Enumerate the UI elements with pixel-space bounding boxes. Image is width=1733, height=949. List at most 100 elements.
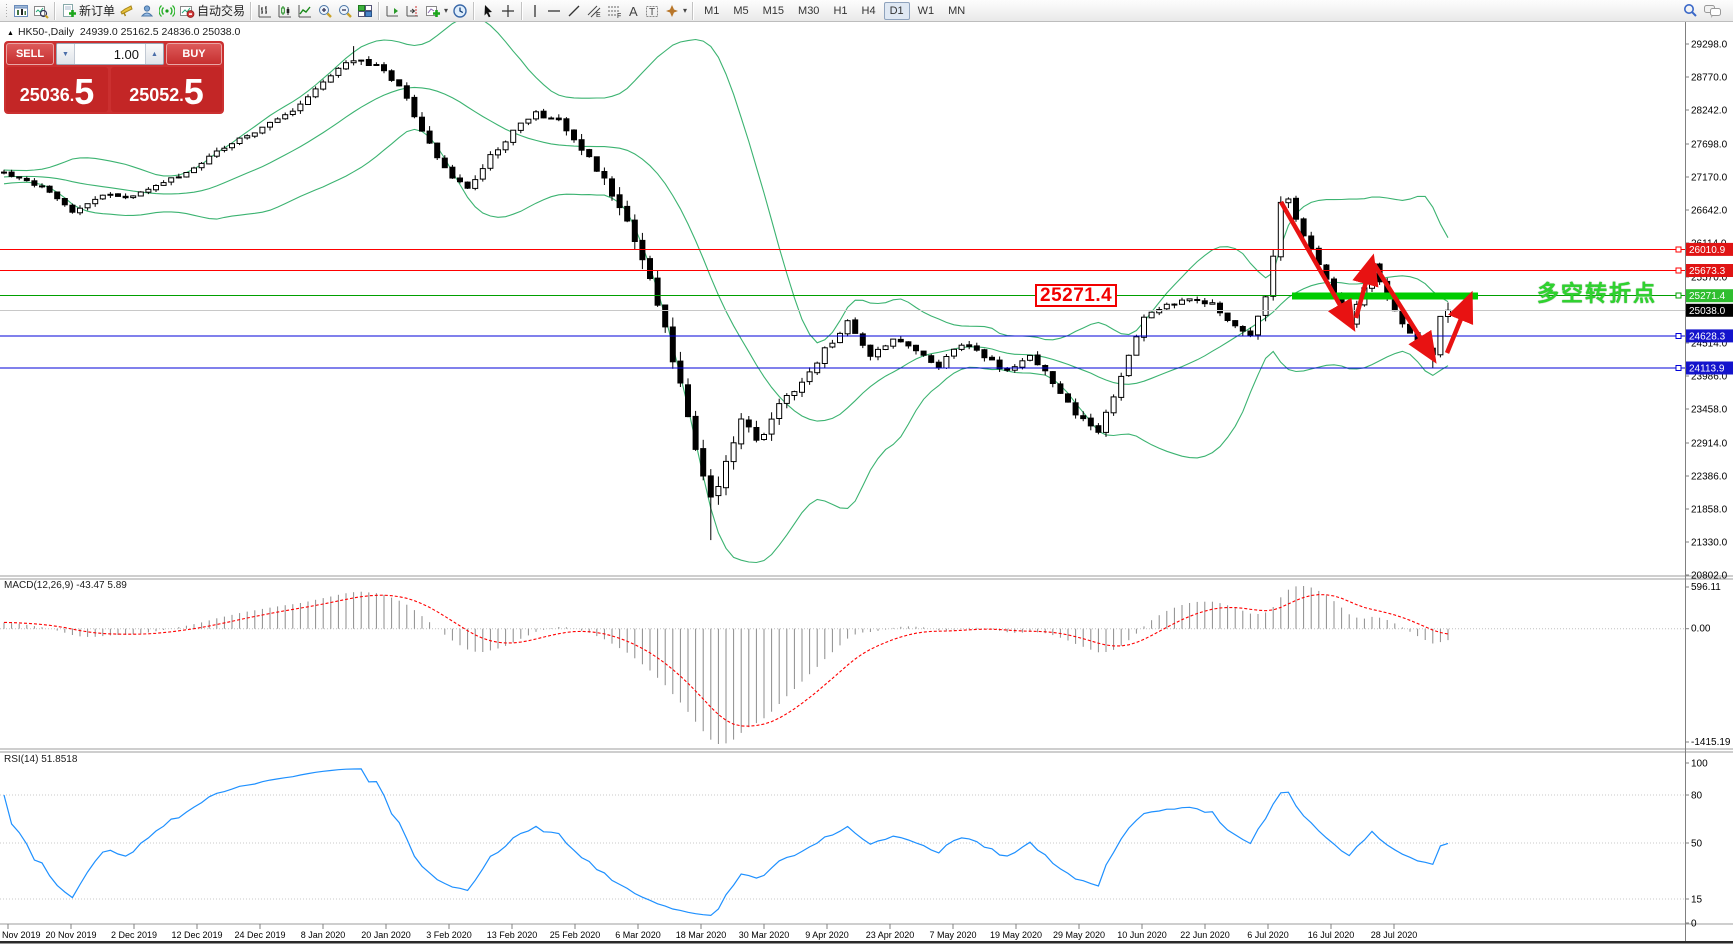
svg-text:22 Jun 2020: 22 Jun 2020	[1180, 930, 1230, 940]
volume-decrease-button[interactable]: ▼	[57, 44, 75, 64]
auto-scroll-button[interactable]	[383, 2, 403, 20]
buy-price-int: 25052	[129, 85, 179, 112]
svg-text:27170.0: 27170.0	[1691, 173, 1728, 184]
volume-field: ▼ 1.00 ▲	[56, 43, 164, 65]
fibonacci-tool[interactable]: F	[604, 2, 624, 20]
sound-alert-button[interactable]	[117, 2, 137, 20]
svg-text:7 May 2020: 7 May 2020	[929, 930, 976, 940]
svg-text:26642.0: 26642.0	[1691, 206, 1728, 217]
expand-triangle-icon[interactable]: ▲	[7, 30, 14, 37]
svg-text:10 Jun 2020: 10 Jun 2020	[1117, 930, 1167, 940]
svg-text:0: 0	[1691, 919, 1697, 930]
svg-text:29 May 2020: 29 May 2020	[1053, 930, 1105, 940]
svg-text:12 Dec 2019: 12 Dec 2019	[171, 930, 222, 940]
sell-button[interactable]: SELL	[6, 43, 54, 65]
main-toolbar: 新订单 自动交易 ▾ E F A T ▾ M1M5M15M30H1H4D1W1M…	[0, 0, 1733, 22]
svg-text:25038.0: 25038.0	[1689, 306, 1726, 317]
svg-text:50: 50	[1691, 839, 1703, 850]
tile-windows-button[interactable]	[355, 2, 375, 20]
line-chart-button[interactable]	[295, 2, 315, 20]
buy-button[interactable]: BUY	[166, 43, 222, 65]
market-watch-button[interactable]	[31, 2, 51, 20]
price-callout-object[interactable]: 25271.4	[1035, 284, 1117, 307]
svg-text:F: F	[617, 13, 621, 19]
timeframe-M30[interactable]: M30	[792, 2, 825, 20]
svg-text:Nov 2019: Nov 2019	[2, 930, 41, 940]
arrows-tool[interactable]: ▾	[662, 2, 689, 20]
timeframe-M5[interactable]: M5	[727, 2, 754, 20]
svg-text:E: E	[596, 12, 601, 19]
svg-text:23458.0: 23458.0	[1691, 405, 1728, 416]
one-click-trading-panel: SELL ▼ 1.00 ▲ BUY 25036.5 25052.5	[4, 41, 224, 114]
period-clock-button[interactable]	[450, 2, 470, 20]
indicator-dropdown-caret[interactable]: ▾	[444, 6, 448, 15]
macd-indicator-label: MACD(12,26,9) -43.47 5.89	[4, 580, 127, 591]
chart-symbol-header: ▲HK50-,Daily 24939.0 25162.5 24836.0 250…	[7, 26, 240, 38]
svg-text:80: 80	[1691, 791, 1703, 802]
svg-text:22386.0: 22386.0	[1691, 472, 1728, 483]
svg-text:21330.0: 21330.0	[1691, 538, 1728, 549]
svg-text:16 Jul 2020: 16 Jul 2020	[1308, 930, 1355, 940]
svg-text:100: 100	[1691, 759, 1708, 770]
add-indicator-button[interactable]: ▾	[423, 2, 450, 20]
volume-value[interactable]: 1.00	[75, 44, 145, 64]
svg-text:26010.9: 26010.9	[1689, 245, 1726, 256]
timeframe-W1[interactable]: W1	[912, 2, 941, 20]
chart-window-button[interactable]	[11, 2, 31, 20]
bar-chart-button[interactable]	[255, 2, 275, 20]
text-tool[interactable]: A	[624, 2, 642, 20]
svg-text:24 Dec 2019: 24 Dec 2019	[234, 930, 285, 940]
svg-text:15: 15	[1691, 895, 1703, 906]
chat-button[interactable]	[1701, 2, 1725, 20]
buy-price[interactable]: 25052.5	[111, 67, 222, 112]
trendline-tool[interactable]	[564, 2, 584, 20]
toolbar-drag-handle[interactable]	[5, 4, 8, 18]
svg-text:0.00: 0.00	[1691, 624, 1711, 635]
volume-increase-button[interactable]: ▲	[145, 44, 163, 64]
timeframe-D1[interactable]: D1	[884, 2, 910, 20]
zoom-out-button[interactable]	[335, 2, 355, 20]
timeframe-M15[interactable]: M15	[757, 2, 790, 20]
sell-price-int: 25036	[20, 85, 70, 112]
timeframe-MN[interactable]: MN	[942, 2, 971, 20]
zoom-in-button[interactable]	[315, 2, 335, 20]
support-zone-bar[interactable]	[1292, 293, 1478, 300]
svg-text:28242.0: 28242.0	[1691, 106, 1728, 117]
autotrade-button[interactable]: 自动交易	[177, 2, 247, 20]
equidistant-channel-tool[interactable]: E	[584, 2, 604, 20]
svg-text:25 Feb 2020: 25 Feb 2020	[550, 930, 601, 940]
svg-text:2 Dec 2019: 2 Dec 2019	[111, 930, 157, 940]
svg-text:24113.9: 24113.9	[1689, 364, 1725, 375]
community-button[interactable]	[137, 2, 157, 20]
timeframe-M1[interactable]: M1	[698, 2, 725, 20]
text-label-tool[interactable]: T	[642, 2, 662, 20]
candle-chart-button[interactable]	[275, 2, 295, 20]
price-chart[interactable]: 29298.028770.028242.027698.027170.026642…	[0, 0, 1733, 949]
svg-text:27698.0: 27698.0	[1691, 140, 1728, 151]
search-button[interactable]	[1680, 2, 1701, 20]
svg-text:19 May 2020: 19 May 2020	[990, 930, 1042, 940]
signal-button[interactable]	[157, 2, 177, 20]
sell-price[interactable]: 25036.5	[6, 67, 108, 112]
svg-text:6 Mar 2020: 6 Mar 2020	[615, 930, 661, 940]
svg-text:8 Jan 2020: 8 Jan 2020	[301, 930, 346, 940]
rsi-indicator-label: RSI(14) 51.8518	[4, 754, 77, 765]
symbol-period-label: HK50-,Daily	[18, 26, 74, 38]
turning-point-annotation[interactable]: 多空转折点	[1537, 276, 1657, 308]
svg-text:23 Apr 2020: 23 Apr 2020	[866, 930, 915, 940]
vertical-line-tool[interactable]	[526, 2, 544, 20]
arrows-dropdown-caret[interactable]: ▾	[683, 6, 687, 15]
timeframe-H4[interactable]: H4	[856, 2, 882, 20]
svg-text:28770.0: 28770.0	[1691, 73, 1728, 84]
timeframe-group: M1M5M15M30H1H4D1W1MN	[697, 2, 972, 20]
buy-price-frac: 5	[184, 72, 204, 112]
chart-shift-button[interactable]	[403, 2, 423, 20]
new-order-button[interactable]: 新订单	[59, 2, 117, 20]
svg-text:30 Mar 2020: 30 Mar 2020	[739, 930, 790, 940]
crosshair-tool-button[interactable]	[498, 2, 518, 20]
cursor-tool-button[interactable]	[478, 2, 498, 20]
horizontal-line-tool[interactable]	[544, 2, 564, 20]
timeframe-H1[interactable]: H1	[827, 2, 853, 20]
new-order-label: 新订单	[79, 2, 115, 19]
svg-text:9 Apr 2020: 9 Apr 2020	[805, 930, 849, 940]
